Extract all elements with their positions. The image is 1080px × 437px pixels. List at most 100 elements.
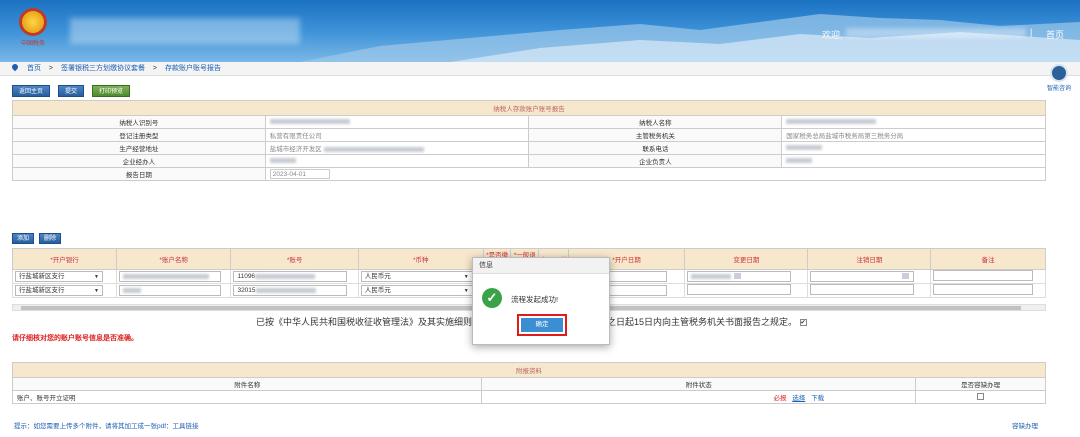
remarks-cell [930, 269, 1046, 284]
bank-cell: 行盐城新区支行 [12, 283, 117, 298]
currency-cell: 人民币元 [357, 269, 484, 284]
upload-tip: 提示：如您需要上传多个附件，请将其加工成一张pdf：工具链接 [14, 423, 199, 430]
bank-cell: 行盐城新区支行 [12, 269, 117, 284]
site-title-blurred [70, 18, 300, 44]
label-phone: 联系电话 [528, 141, 783, 155]
back-home-button[interactable]: 返回主页 [12, 85, 51, 97]
change-date-cell [684, 283, 809, 298]
table-row: 账户、账号开立证明 必报 选择 下载 [11, 390, 1046, 404]
currency-select[interactable]: 人民币元 [360, 271, 473, 282]
breadcrumb-sep: > [48, 65, 53, 72]
value-report-date: 2023-04-01 [264, 167, 1047, 181]
print-preview-button[interactable]: 打印预览 [91, 85, 130, 97]
value-taxpayer-id [264, 115, 530, 129]
header-separator: | [1030, 27, 1033, 37]
close-date-input[interactable] [810, 271, 915, 282]
account-name-input[interactable] [118, 271, 221, 282]
remarks-input[interactable] [933, 284, 1034, 295]
label-taxpayer-name: 纳税人名称 [528, 115, 783, 129]
account-name-cell [115, 283, 232, 298]
attachments-table: 附报资料 附件名称 附件状态 是否容缺办理 账户、账号开立证明 必报 选择 下载 [11, 362, 1046, 404]
label-legal-rep: 企业负责人 [528, 154, 783, 168]
toolbar: 返回主页 提交 打印预览 [12, 85, 136, 97]
username-blurred [846, 28, 1026, 38]
tax-emblem-logo: 中国税务 [10, 6, 56, 56]
deferred-link[interactable]: 容缺办理 [1012, 420, 1038, 430]
col-currency: *币种 [357, 248, 484, 270]
value-handler [264, 154, 530, 168]
close-date-cell [807, 269, 932, 284]
confirm-button[interactable]: 确定 [521, 318, 563, 332]
close-date-cell [807, 283, 932, 298]
remarks-cell [930, 283, 1046, 298]
breadcrumb-package[interactable]: 签署银税三方划缴协议套餐 [61, 65, 145, 72]
report-info-table: 纳税人存款账户账号报告 纳税人识别号 纳税人名称 登记注册类型 私营有限责任公司… [12, 100, 1047, 181]
statement-left: 已按《中华人民共和国税收征收管理法》及其实施细则规 [256, 317, 482, 327]
submit-button[interactable]: 提交 [57, 85, 84, 97]
value-phone [781, 141, 1046, 155]
attachment-status-cell: 必报 选择 下载 [481, 390, 917, 404]
select-file-link[interactable]: 选择 [792, 395, 805, 402]
attachment-name: 账户、账号开立证明 [11, 390, 483, 404]
label-handler: 企业经办人 [12, 154, 266, 168]
value-tax-authority: 国家税务总局盐城市税务局第三税务分局 [781, 128, 1046, 142]
calendar-icon[interactable] [734, 273, 742, 280]
col-remarks: 备注 [930, 248, 1046, 270]
dialog-title: 信息 [473, 258, 609, 274]
account-name-input[interactable] [118, 285, 221, 296]
calendar-icon[interactable] [902, 273, 910, 280]
smart-help-button[interactable]: 智能咨询 [1040, 64, 1078, 92]
col-close-date: 注销日期 [807, 248, 932, 270]
change-date-cell [684, 269, 809, 284]
bank-select[interactable]: 行盐城新区支行 [15, 271, 103, 282]
location-pin-icon [10, 62, 20, 72]
account-name-cell [115, 269, 232, 284]
headset-icon [1050, 64, 1068, 82]
col-bank: *开户银行 [12, 248, 117, 270]
remarks-input[interactable] [933, 270, 1034, 281]
home-link[interactable]: 首页 [1046, 28, 1064, 41]
value-taxpayer-name [781, 115, 1046, 129]
label-report-date: 报告日期 [12, 167, 266, 181]
value-legal-rep [781, 154, 1046, 168]
account-no-input[interactable]: 11096 [233, 271, 348, 282]
col-account-name: *账户名称 [115, 248, 232, 270]
download-link[interactable]: 下载 [811, 395, 824, 402]
confirm-checkbox[interactable]: ✔ [799, 319, 807, 327]
change-date-input[interactable] [687, 284, 792, 295]
currency-cell: 人民币元 [357, 283, 484, 298]
report-date-input[interactable]: 2023-04-01 [269, 169, 330, 179]
dialog-message: 流程发起成功! [511, 295, 559, 304]
statement-right-wrap: 之日起15日内向主管税务机关书面报告之规定。 ✔ [607, 315, 807, 328]
change-date-input[interactable] [687, 271, 792, 282]
required-badge: 必报 [773, 395, 787, 402]
account-no-cell: 32015 [230, 283, 359, 298]
deferred-checkbox[interactable] [977, 393, 985, 401]
info-dialog: 信息 ✓ 流程发起成功! 确定 [472, 257, 610, 345]
label-address: 生产经营地址 [12, 141, 266, 155]
label-registration-type: 登记注册类型 [12, 128, 266, 142]
breadcrumb-sep: > [152, 65, 157, 72]
breadcrumb-current: 存款账户账号报告 [164, 65, 221, 72]
currency-select[interactable]: 人民币元 [360, 285, 473, 296]
col-attachment-name: 附件名称 [11, 377, 483, 391]
bank-select[interactable]: 行盐城新区支行 [15, 285, 103, 296]
welcome-text: 欢迎, [822, 30, 843, 40]
add-row-button[interactable]: 添加 [12, 233, 35, 244]
account-no-cell: 11096 [230, 269, 359, 284]
account-no-text: 11096 [237, 273, 256, 280]
col-attachment-status: 附件状态 [481, 377, 917, 391]
breadcrumb-home[interactable]: 首页 [27, 65, 41, 72]
deferred-cell [915, 390, 1046, 404]
account-no-input[interactable]: 32015 [233, 285, 348, 296]
success-check-icon: ✓ [482, 288, 502, 308]
delete-row-button[interactable]: 删除 [38, 233, 61, 244]
value-registration-type: 私营有限责任公司 [264, 128, 530, 142]
account-actions: 添加 删除 [12, 233, 64, 244]
label-tax-authority: 主管税务机关 [528, 128, 783, 142]
report-caption: 纳税人存款账户账号报告 [12, 100, 1046, 116]
statement-right: 之日起15日内向主管税务机关书面报告之规定。 [607, 317, 798, 327]
account-no-text: 32015 [237, 287, 256, 294]
close-date-input[interactable] [810, 284, 915, 295]
col-deferred: 是否容缺办理 [915, 377, 1046, 391]
